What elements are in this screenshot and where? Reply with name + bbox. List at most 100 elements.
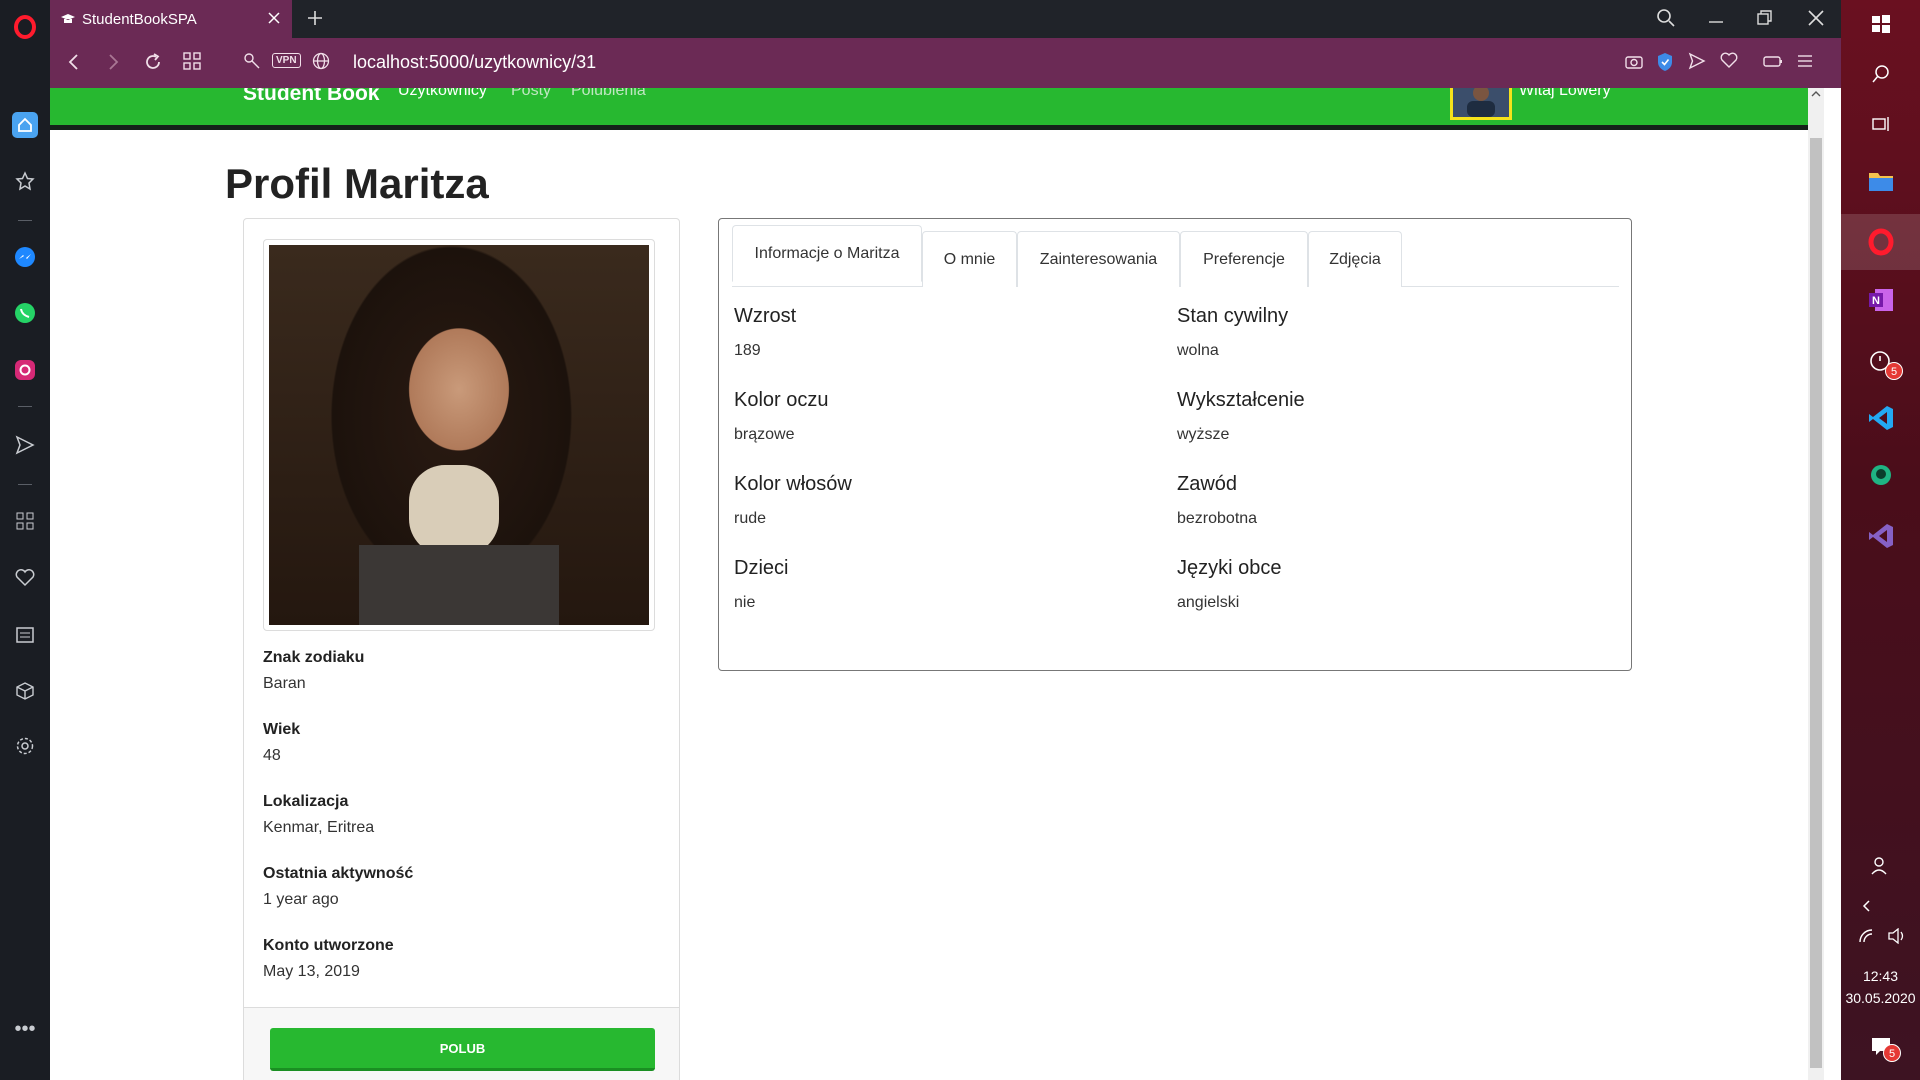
details-tabs-card: Informacje o Maritza O mnie Zainteresowa… [718,218,1632,671]
visual-studio-icon[interactable] [1865,520,1897,552]
show-hidden-icons-chevron-icon[interactable] [1851,890,1883,922]
easy-setup-icon[interactable] [1796,52,1814,75]
brand-logo-link[interactable]: Student Book [243,88,380,106]
settings-gear-icon[interactable] [12,733,38,759]
restore-icon[interactable] [1755,8,1775,33]
taskbar-date[interactable]: 30.05.2020 [1841,990,1920,1006]
scrollbar-thumb[interactable] [1810,138,1822,1068]
info-value: 1 year ago [263,891,339,908]
more-menu-icon[interactable]: ••• [12,1016,38,1042]
site-navbar: Student Book Użytkownicy Posty Polubieni… [50,88,1824,130]
detail-value: 189 [734,342,761,359]
detail-children: Dzieci nie [734,557,788,612]
scroll-up-arrow-icon[interactable] [1808,88,1824,98]
detail-label: Języki obce [1177,557,1282,579]
task-view-icon[interactable] [1865,108,1897,140]
forward-arrow-icon[interactable] [103,52,123,77]
people-icon[interactable] [1865,850,1897,882]
user-avatar[interactable] [1450,88,1512,120]
heart-icon[interactable] [12,565,38,591]
tab-photos[interactable]: Zdjęcia [1308,231,1402,287]
home-icon[interactable] [12,112,38,138]
search-tabs-icon[interactable] [1656,8,1676,33]
windows-start-icon[interactable] [1865,8,1897,40]
tab-title: StudentBookSPA [82,10,197,28]
file-explorer-icon[interactable] [1865,165,1897,197]
whatsapp-icon[interactable] [12,300,38,326]
shield-icon[interactable] [1656,52,1674,77]
flow-send-icon[interactable] [12,432,38,458]
instagram-icon[interactable] [12,357,38,383]
vscode-icon[interactable] [1865,402,1897,434]
profile-card-footer: POLUB [244,1007,679,1080]
nav-link-users[interactable]: Użytkownicy [398,88,487,100]
news-icon[interactable] [12,622,38,648]
wifi-icon[interactable] [1851,920,1883,952]
tab-grid-icon[interactable] [183,52,201,75]
send-icon[interactable] [1688,52,1706,75]
detail-eye-color: Kolor oczu brązowe [734,389,829,444]
profile-card: Znak zodiaku Baran Wiek 48 Lokalizacja K… [243,218,680,1080]
back-arrow-icon[interactable] [64,52,84,77]
detail-label: Kolor włosów [734,473,852,495]
like-button[interactable]: POLUB [270,1028,655,1071]
page-scrollbar[interactable] [1808,88,1824,1080]
key-icon[interactable] [243,52,261,75]
onenote-icon[interactable]: N [1865,284,1897,316]
detail-value: wyższe [1177,426,1230,443]
browser-tab[interactable]: StudentBookSPA [50,0,292,38]
extensions-box-icon[interactable] [12,678,38,704]
info-label: Wiek [263,721,301,738]
taskbar-time[interactable]: 12:43 [1841,968,1920,984]
gitkraken-icon[interactable] [1865,460,1897,492]
nav-link-likes[interactable]: Polubienia [571,88,646,100]
detail-languages: Języki obce angielski [1177,557,1282,612]
url-field[interactable]: localhost:5000/uzytkownicy/31 [353,52,596,73]
volume-icon[interactable] [1881,920,1913,952]
info-value: May 13, 2019 [263,963,360,980]
detail-value: wolna [1177,342,1219,359]
welcome-dropdown[interactable]: Witaj Lowery [1519,88,1611,100]
camera-icon[interactable] [1624,52,1644,75]
reload-icon[interactable] [143,52,163,77]
detail-marital-status: Stan cywilny wolna [1177,305,1288,360]
detail-height: Wzrost 189 [734,305,796,360]
messenger-icon[interactable] [12,244,38,270]
tab-interests[interactable]: Zainteresowania [1017,231,1180,287]
last-active-info: Ostatnia aktywność 1 year ago [263,865,413,909]
detail-label: Wzrost [734,305,797,327]
info-value: Kenmar, Eritrea [263,819,375,836]
info-label: Lokalizacja [263,793,349,810]
battery-saver-icon[interactable] [1762,52,1784,75]
info-value: Baran [263,675,306,692]
page-title: Profil Maritza [225,160,489,207]
svg-text:N: N [1872,295,1880,307]
avatar-person-icon [1467,88,1495,117]
tab-information[interactable]: Informacje o Maritza [732,225,922,282]
new-tab-plus-icon[interactable] [305,8,325,33]
tab-about-me[interactable]: O mnie [922,231,1017,287]
search-icon[interactable] [1865,58,1897,90]
globe-icon[interactable] [312,52,330,75]
vpn-badge[interactable]: VPN [272,53,301,68]
detail-value: angielski [1177,594,1240,611]
profile-photo [269,245,649,625]
tab-nav: Informacje o Maritza O mnie Zainteresowa… [732,225,1619,287]
opera-icon[interactable] [1865,226,1897,258]
detail-value: brązowe [734,426,795,443]
page-viewport: Student Book Użytkownicy Posty Polubieni… [50,88,1824,1080]
tab-preferences[interactable]: Preferencje [1180,231,1308,287]
close-icon[interactable] [266,10,282,30]
opera-logo-icon[interactable] [12,14,38,40]
minimize-icon[interactable] [1706,8,1726,33]
profile-photo-frame [263,239,655,631]
heart-icon[interactable] [1720,52,1738,73]
nav-link-posts[interactable]: Posty [511,88,551,100]
bookmarks-icon[interactable] [12,168,38,194]
speed-dial-icon[interactable] [12,508,38,534]
address-bar: VPN localhost:5000/uzytkownicy/31 [50,38,1841,88]
window-close-icon[interactable] [1806,8,1826,33]
detail-value: rude [734,510,767,527]
info-label: Konto utworzone [263,937,394,954]
detail-education: Wykształcenie wyższe [1177,389,1305,444]
